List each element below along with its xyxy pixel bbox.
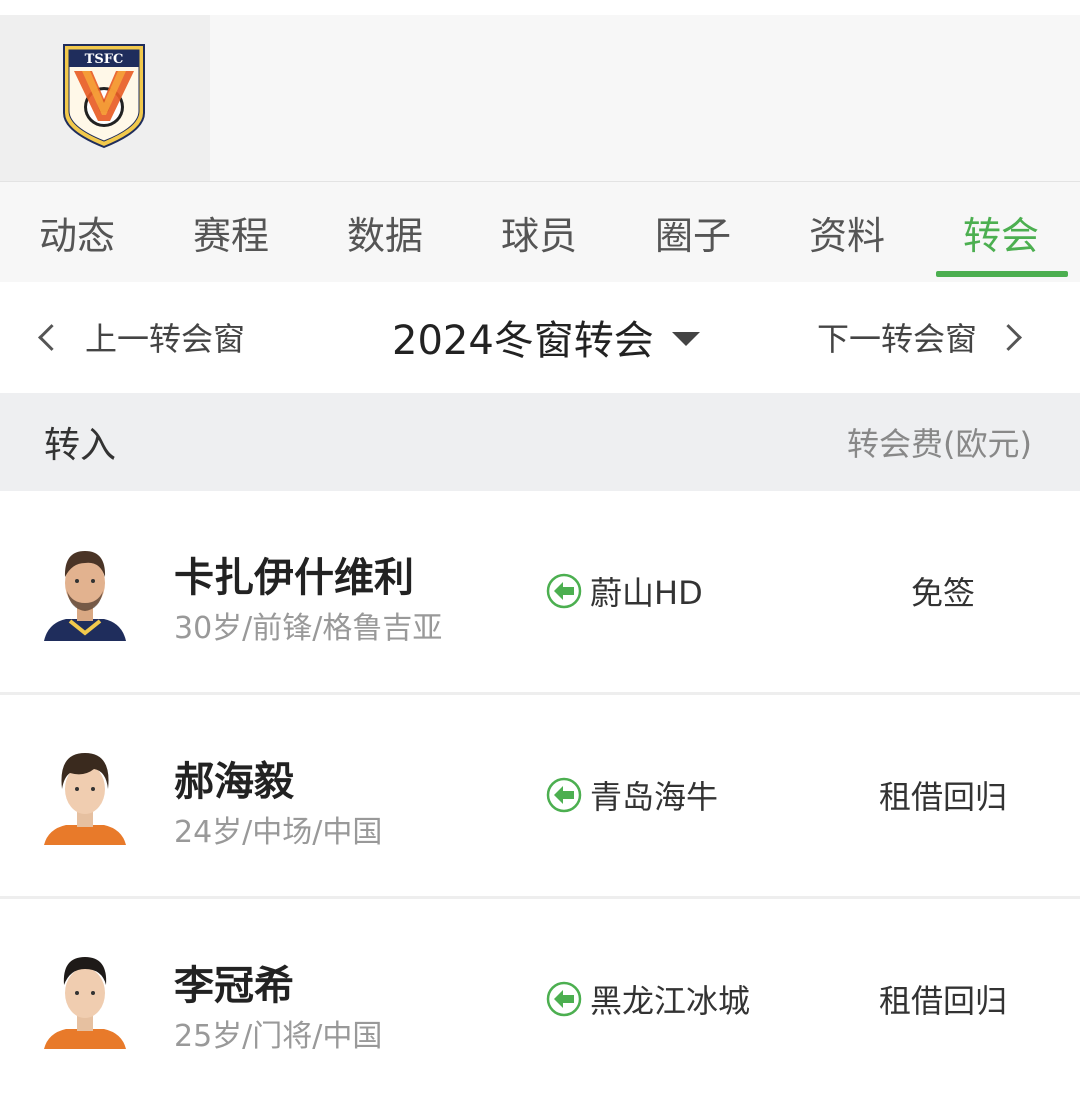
player-name: 卡扎伊什维利: [174, 555, 414, 601]
tab-info[interactable]: 资料: [770, 182, 924, 282]
status-strip: [0, 0, 1080, 15]
fee-column-header: 转会费(欧元): [847, 425, 1032, 463]
player-avatar: [44, 745, 126, 845]
prev-window-button[interactable]: 上一转会窗: [30, 282, 245, 392]
player-avatar: [44, 949, 126, 1049]
transfer-row[interactable]: 李冠希 25岁/门将/中国 黑龙江冰城 租借回归: [0, 899, 1080, 1103]
tab-players[interactable]: 球员: [462, 182, 616, 282]
tab-stats[interactable]: 数据: [308, 182, 462, 282]
club-logo-box: TSFC: [0, 15, 210, 181]
chevron-right-icon: [995, 323, 1022, 351]
tab-schedule[interactable]: 赛程: [154, 182, 308, 282]
prev-window-label: 上一转会窗: [85, 320, 246, 358]
section-title: 转入: [44, 425, 117, 466]
club-header: TSFC: [0, 15, 1080, 181]
tab-transfers[interactable]: 转会: [924, 182, 1078, 282]
active-tab-indicator: [936, 271, 1068, 277]
player-avatar: [44, 541, 126, 641]
svg-text:TSFC: TSFC: [85, 52, 124, 67]
from-club: 黑龙江冰城: [546, 977, 750, 1021]
transfer-fee: 租借回归: [878, 982, 1007, 1020]
club-logo: TSFC: [63, 44, 145, 149]
next-window-label: 下一转会窗: [816, 320, 977, 358]
next-window-button[interactable]: 下一转会窗: [816, 282, 1022, 392]
from-club: 蔚山HD: [546, 569, 703, 613]
current-window-label: 2024冬窗转会: [392, 318, 654, 364]
player-name: 郝海毅: [174, 759, 294, 805]
transfer-fee: 租借回归: [878, 778, 1007, 816]
transfer-window-nav: 上一转会窗 2024冬窗转会 下一转会窗: [0, 282, 1080, 392]
transfer-in-arrow-icon: [546, 981, 582, 1017]
transfer-in-arrow-icon: [546, 573, 582, 609]
transfer-fee: 免签: [910, 574, 975, 612]
chevron-left-icon: [38, 323, 65, 351]
transfer-row[interactable]: 卡扎伊什维利 30岁/前锋/格鲁吉亚 蔚山HD 免签: [0, 491, 1080, 695]
tab-dynamics[interactable]: 动态: [0, 182, 154, 282]
caret-down-icon: [671, 332, 700, 346]
player-info: 24岁/中场/中国: [174, 815, 383, 850]
tab-bar: 动态 赛程 数据 球员 圈子 资料 转会: [0, 182, 1080, 282]
transfers-in-header: 转入 转会费(欧元): [0, 393, 1080, 491]
tab-community[interactable]: 圈子: [616, 182, 770, 282]
transfer-in-arrow-icon: [546, 777, 582, 813]
window-selector[interactable]: 2024冬窗转会: [392, 282, 700, 392]
from-club-name: 青岛海牛: [590, 778, 719, 816]
player-info: 30岁/前锋/格鲁吉亚: [174, 611, 443, 646]
player-name: 李冠希: [174, 963, 294, 1009]
from-club-name: 蔚山HD: [590, 574, 703, 612]
from-club-name: 黑龙江冰城: [590, 982, 751, 1020]
from-club: 青岛海牛: [546, 773, 718, 817]
player-info: 25岁/门将/中国: [174, 1019, 383, 1054]
transfer-row[interactable]: 郝海毅 24岁/中场/中国 青岛海牛 租借回归: [0, 695, 1080, 899]
